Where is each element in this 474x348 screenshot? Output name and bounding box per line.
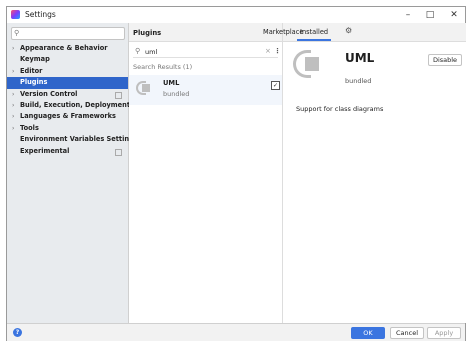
minimize-icon[interactable]: – [397, 7, 419, 23]
sidebar-item-label: Languages & Frameworks [20, 112, 116, 121]
plugin-detail-name: UML [345, 51, 375, 65]
sidebar-item-keymap[interactable]: Keymap [7, 54, 128, 65]
sidebar-item-label: Plugins [20, 78, 48, 87]
clear-icon[interactable]: × [265, 47, 271, 55]
chevron-right-icon: › [12, 67, 15, 75]
gear-icon[interactable]: ⚙ [345, 26, 352, 35]
sidebar-item-editor[interactable]: › Editor [7, 66, 128, 77]
page-title: Plugins [133, 29, 162, 37]
maximize-icon[interactable]: □ [419, 7, 441, 23]
sidebar-item-label: Tools [20, 123, 39, 132]
chevron-right-icon: › [12, 124, 15, 132]
search-results-label: Search Results (1) [133, 63, 193, 71]
window-title: Settings [25, 10, 56, 19]
settings-sidebar: ⚲ › Appearance & Behavior Keymap › Editor … [7, 23, 138, 323]
sidebar-item-label: Experimental [20, 146, 70, 155]
plugin-subtitle: bundled [163, 90, 190, 98]
chevron-right-icon: › [12, 45, 15, 52]
settings-search-input[interactable]: ⚲ [11, 27, 125, 40]
settings-nav: › Appearance & Behavior Keymap › Editor Pl… [7, 43, 138, 157]
more-options-icon[interactable]: ⋮ [274, 47, 281, 55]
plugin-detail-subtitle: bundled [345, 77, 372, 85]
plugin-tabs: Marketplace Installed ⚙ [263, 23, 466, 42]
sidebar-item-label: Environment Variables Settings [20, 135, 138, 144]
settings-window: Settings – □ ✕ ⚲ › Appearance & Behavior … [6, 6, 466, 341]
plugin-list-item[interactable]: UML bundled ✓ [129, 75, 282, 105]
app-logo-icon [11, 10, 20, 19]
plugin-enabled-checkbox[interactable]: ✓ [271, 81, 280, 90]
sidebar-item-version-control[interactable]: › Version Control [7, 89, 128, 100]
chevron-right-icon: › [12, 101, 15, 109]
sidebar-item-label: Editor [20, 66, 43, 75]
chevron-right-icon: › [12, 90, 15, 98]
apply-button[interactable]: Apply [427, 327, 461, 339]
plugin-icon [293, 50, 321, 78]
sidebar-item-tools[interactable]: › Tools [7, 123, 128, 134]
tab-marketplace[interactable]: Marketplace [263, 28, 303, 36]
sidebar-item-env-vars[interactable]: Environment Variables Settings [7, 134, 138, 145]
close-icon[interactable]: ✕ [443, 7, 465, 23]
cancel-button[interactable]: Cancel [390, 327, 424, 339]
sidebar-item-languages[interactable]: › Languages & Frameworks [7, 111, 128, 122]
search-icon: ⚲ [135, 47, 141, 55]
ok-button[interactable]: OK [351, 327, 385, 339]
tab-installed[interactable]: Installed [296, 28, 332, 41]
sidebar-item-label: Keymap [20, 55, 50, 64]
sidebar-item-label: Appearance & Behavior [20, 44, 108, 52]
search-icon: ⚲ [14, 29, 20, 37]
plugin-detail-panel: Marketplace Installed ⚙ UML bundled Disa… [263, 23, 466, 323]
sidebar-item-experimental[interactable]: Experimental [7, 146, 128, 157]
dialog-footer: ? OK Cancel Apply [7, 323, 465, 341]
sidebar-item-build[interactable]: › Build, Execution, Deployment [7, 100, 130, 111]
plugin-search-value: uml [145, 48, 158, 56]
sidebar-item-label: Build, Execution, Deployment [20, 100, 130, 109]
plugin-icon [136, 81, 150, 95]
title-bar: Settings – □ ✕ [7, 7, 465, 24]
plugins-list-panel: Plugins ⚲ uml × ⋮ Search Results (1) UML… [129, 23, 282, 323]
plugins-header: Plugins [129, 23, 282, 42]
sidebar-item-plugins[interactable]: Plugins [7, 77, 128, 89]
disable-button[interactable]: Disable [428, 54, 462, 66]
chevron-right-icon: › [12, 113, 15, 121]
plugin-description: Support for class diagrams [296, 105, 384, 113]
project-settings-icon [115, 91, 122, 99]
help-icon[interactable]: ? [13, 328, 22, 337]
sidebar-item-label: Version Control [20, 89, 78, 98]
plugin-search-input[interactable]: ⚲ uml × ⋮ [133, 46, 281, 58]
project-settings-icon [115, 148, 122, 156]
sidebar-item-appearance[interactable]: › Appearance & Behavior [7, 43, 128, 54]
plugin-name: UML [163, 79, 180, 87]
